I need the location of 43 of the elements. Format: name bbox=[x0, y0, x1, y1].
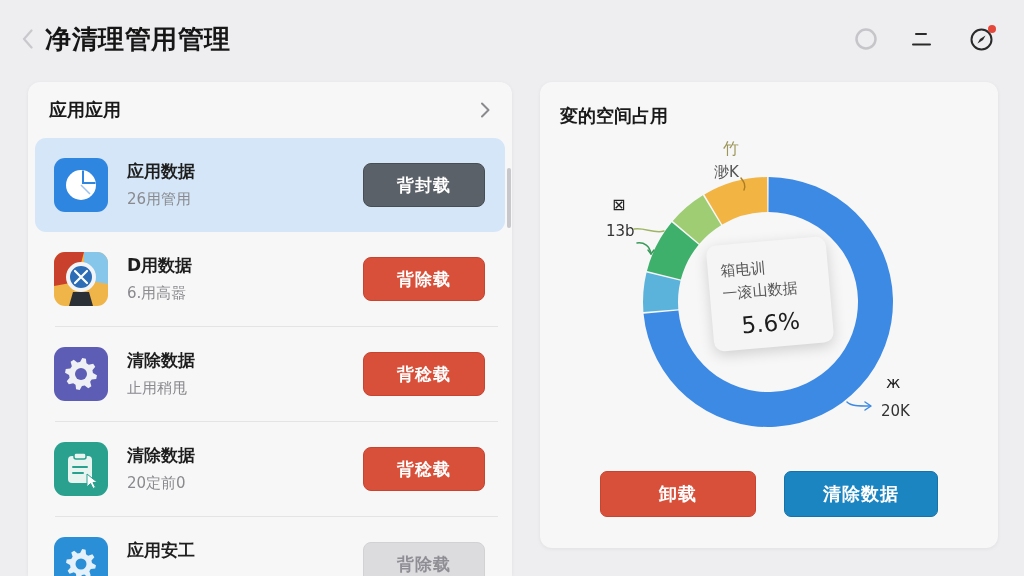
segment-value: 13b bbox=[606, 223, 635, 239]
leader-line bbox=[846, 401, 872, 411]
clear-data-button[interactable]: 清除数据 bbox=[784, 471, 938, 517]
app-detail: 26用管用 bbox=[127, 190, 192, 208]
gear-icon bbox=[54, 347, 108, 401]
uninstall-button[interactable]: 背除载 bbox=[363, 257, 485, 301]
segment-value: 20K bbox=[881, 403, 910, 419]
uninstall-button[interactable]: 背封载 bbox=[363, 163, 485, 207]
leader-line bbox=[740, 177, 746, 191]
compass-icon[interactable] bbox=[970, 27, 993, 51]
lines-icon[interactable] bbox=[912, 32, 931, 46]
gear-icon bbox=[54, 537, 108, 576]
uninstall-button[interactable]: 背稔载 bbox=[363, 447, 485, 491]
clipboard-icon bbox=[54, 442, 108, 496]
scrollbar[interactable] bbox=[507, 168, 511, 228]
panel-title: 変的空间占用 bbox=[560, 105, 668, 126]
app-row[interactable]: 清除数据 止用稍甩 背稔载 bbox=[35, 327, 505, 421]
app-detail: 止用稍甩 bbox=[127, 379, 187, 397]
callout-text: 一滚山数据 bbox=[722, 278, 799, 304]
segment-symbol: ж bbox=[886, 375, 901, 391]
app-name: 应用安工 bbox=[127, 540, 195, 560]
app-name: 清除数据 bbox=[127, 445, 195, 465]
app-detail: 6.用高嚣 bbox=[127, 284, 187, 302]
chevron-right-icon[interactable] bbox=[480, 102, 490, 118]
panel-title: 应用应用 bbox=[49, 98, 121, 122]
pie-chart-icon bbox=[54, 158, 108, 212]
app-row[interactable]: D用数据 6.用高嚣 背除载 bbox=[35, 232, 505, 326]
app-detail: 20定前0 bbox=[127, 474, 186, 492]
magnifier-icon bbox=[54, 252, 108, 306]
app-name: 应用数据 bbox=[127, 161, 195, 181]
uninstall-button[interactable]: 背稔载 bbox=[363, 352, 485, 396]
app-name: 清除数据 bbox=[127, 350, 195, 370]
segment-symbol: ⊠ bbox=[612, 197, 626, 213]
leader-line bbox=[633, 227, 665, 255]
segment-value: 渺K bbox=[714, 164, 739, 180]
app-row[interactable]: 清除数据 20定前0 背稔载 bbox=[35, 422, 505, 516]
callout-percentage: 5.6% bbox=[740, 307, 801, 339]
app-name: D用数据 bbox=[127, 255, 193, 275]
app-row[interactable]: 应用数据 26用管用 背封载 bbox=[35, 138, 505, 232]
page-title: 净清理管用管理 bbox=[45, 22, 231, 56]
segment-symbol: 竹 bbox=[723, 141, 739, 157]
uninstall-button[interactable]: 卸载 bbox=[600, 471, 756, 517]
callout-text: 箱电训 bbox=[720, 258, 767, 281]
